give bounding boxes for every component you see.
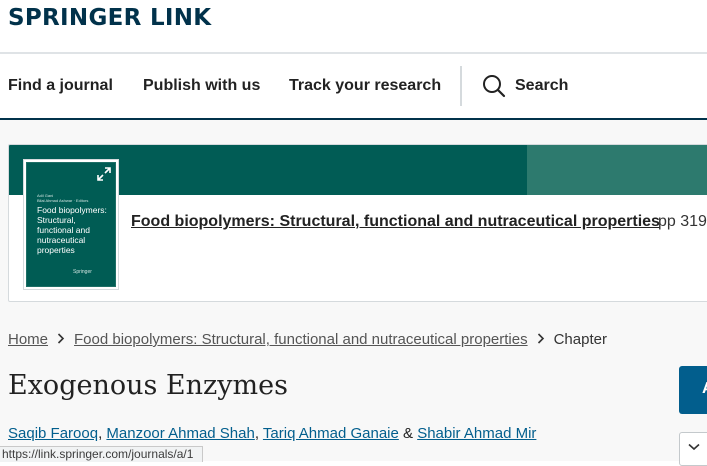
author-link[interactable]: Shabir Ahmad Mir: [417, 425, 536, 442]
book-banner-band-accent: [527, 145, 707, 195]
chevron-right-icon: [57, 331, 65, 348]
chevron-right-icon: [537, 331, 545, 348]
search-icon: [483, 75, 506, 98]
book-cover[interactable]: Adil Gani Bilal Ahmad Ashwar · Editors F…: [26, 162, 116, 287]
nav-publish-with-us[interactable]: Publish with us: [143, 77, 260, 95]
chevron-down-icon: [688, 443, 700, 451]
author-link[interactable]: Tariq Ahmad Ganaie: [263, 425, 399, 442]
expand-icon[interactable]: [96, 166, 112, 182]
cover-publisher: Springer: [73, 269, 92, 275]
author-separator: &: [398, 425, 418, 442]
breadcrumb-home[interactable]: Home: [8, 331, 48, 348]
book-title-link[interactable]: Food biopolymers: Structural, functional…: [131, 213, 660, 231]
book-banner: Adil Gani Bilal Ahmad Ashwar · Editors F…: [8, 144, 707, 302]
nav-track-research[interactable]: Track your research: [289, 77, 441, 95]
author-link[interactable]: Manzoor Ahmad Shah: [106, 425, 254, 442]
nav-find-journal[interactable]: Find a journal: [8, 77, 113, 95]
browser-status-bar: https://link.springer.com/journals/a/1: [0, 446, 203, 462]
cover-title: Food biopolymers: Structural, functional…: [37, 205, 107, 255]
breadcrumb: Home Food biopolymers: Structural, functi…: [8, 331, 607, 348]
access-button-label: A: [702, 380, 707, 398]
chapter-title: Exogenous Enzymes: [8, 370, 288, 401]
author-link[interactable]: Saqib Farooq: [8, 425, 98, 442]
author-list: Saqib Farooq, Manzoor Ahmad Shah, Tariq …: [8, 425, 536, 442]
book-pages: pp 319–: [658, 213, 707, 230]
search-label: Search: [515, 77, 569, 94]
springer-link-logo[interactable]: SPRINGER LINK: [8, 5, 211, 31]
access-button[interactable]: A: [679, 366, 707, 414]
main-navigation: Find a journal Publish with us Track you…: [0, 54, 707, 120]
site-header: SPRINGER LINK: [0, 0, 707, 54]
breadcrumb-current: Chapter: [553, 331, 607, 348]
breadcrumb-book[interactable]: Food biopolymers: Structural, functional…: [74, 331, 528, 348]
cover-editors: Adil Gani Bilal Ahmad Ashwar · Editors: [37, 193, 89, 203]
author-separator: ,: [254, 425, 263, 442]
nav-divider: [460, 66, 462, 106]
